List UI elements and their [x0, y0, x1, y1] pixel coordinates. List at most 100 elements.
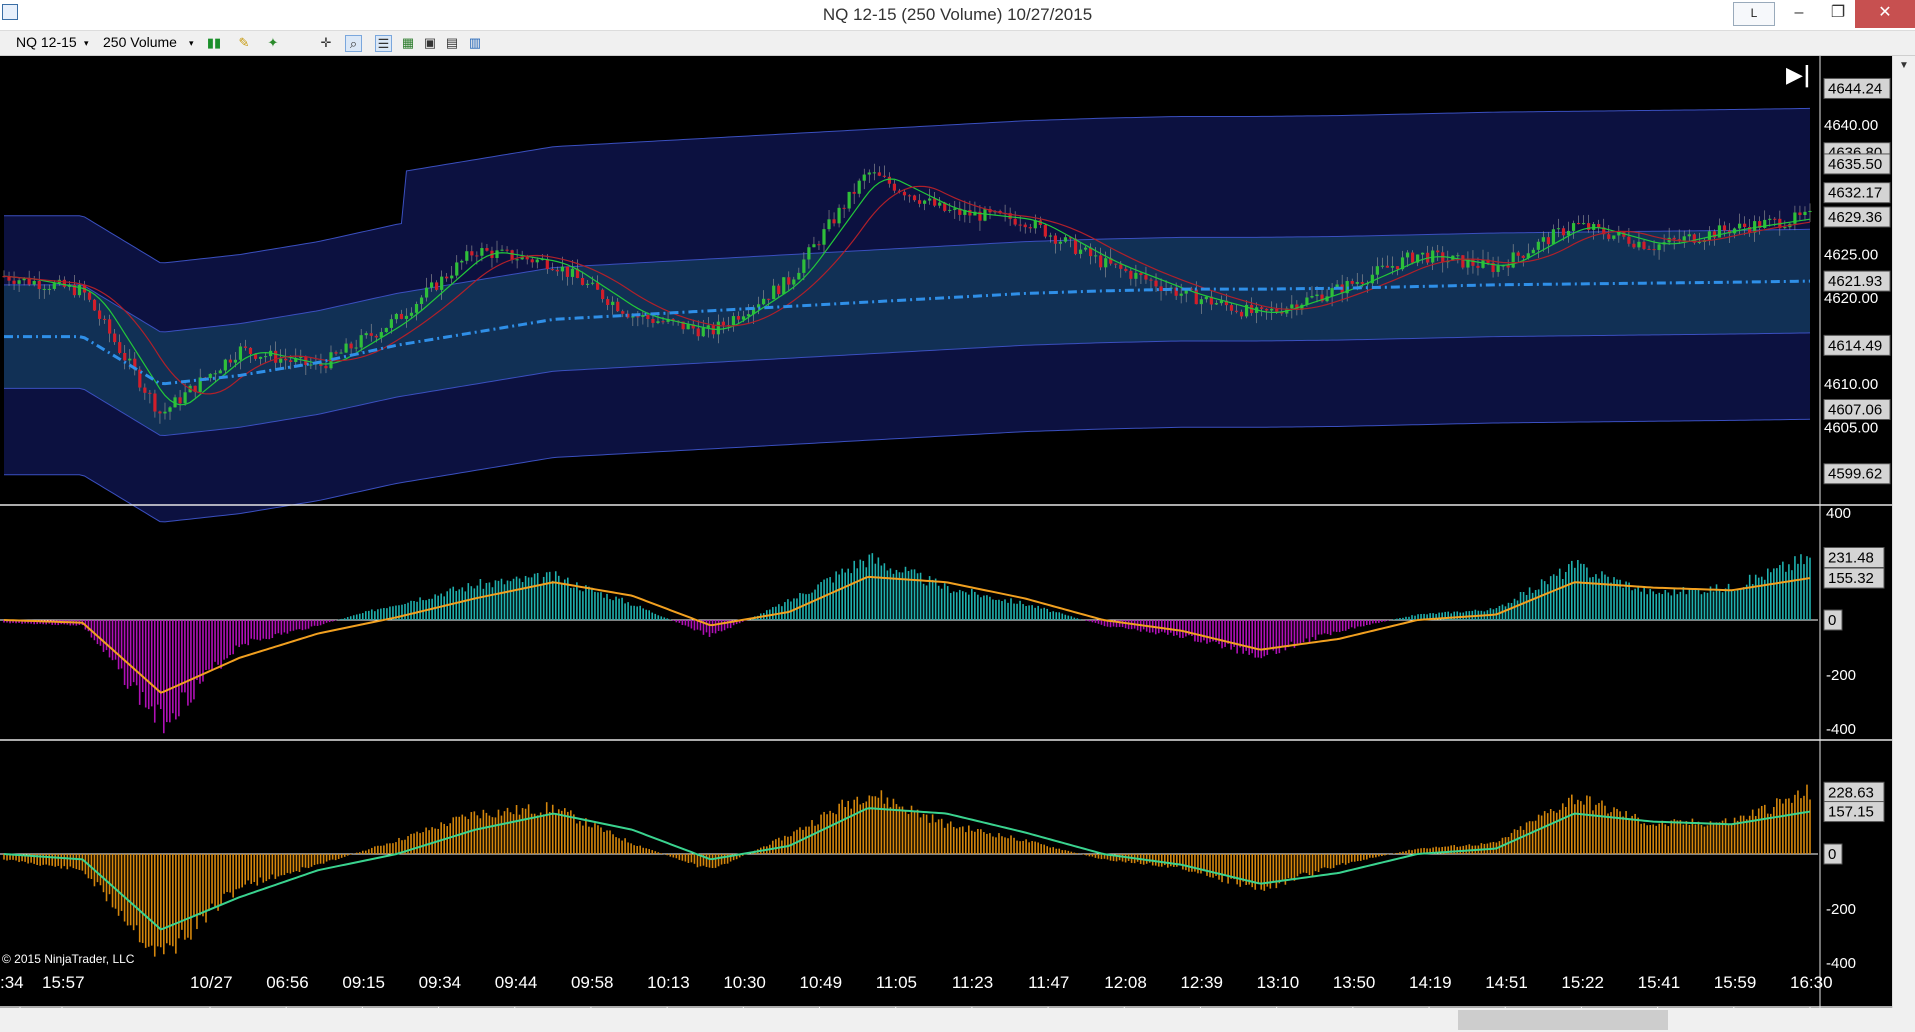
candle-body — [1395, 266, 1400, 270]
period-selector[interactable]: 250 Volume — [103, 34, 177, 50]
time-label: 13:10 — [1257, 973, 1300, 992]
candle-body — [1229, 305, 1234, 311]
chart-area[interactable]: 4640.00 4625.00 4620.00 4610.00 4605.00 4644.… — [0, 56, 1892, 1008]
candle-body — [1043, 224, 1047, 237]
candle-body — [1063, 237, 1068, 242]
maximize-button[interactable]: ❐ — [1816, 0, 1860, 28]
candle-body — [1290, 304, 1294, 309]
candle-body — [928, 198, 932, 201]
candle-body — [1737, 223, 1742, 229]
chart-toolbar: NQ 12-15 ▾ 250 Volume ▾ ▮▮ ✎ ✦ ✛ ⌕ ☰ ▦ ▣… — [0, 31, 1915, 56]
candle-body — [565, 266, 570, 277]
candle-body — [661, 321, 665, 323]
close-button[interactable]: ✕ — [1855, 0, 1915, 28]
candle-body — [792, 279, 796, 285]
candle-body — [646, 315, 650, 319]
candle-body — [1360, 282, 1364, 284]
candle-body — [590, 282, 595, 284]
candle-body — [1139, 272, 1143, 276]
candle-body — [1124, 268, 1128, 271]
time-label: 11:05 — [876, 973, 917, 992]
candle-body — [1582, 223, 1586, 225]
candle-body — [1803, 211, 1807, 216]
bar-type-icon[interactable]: ▮▮ — [206, 35, 222, 51]
drawing-tool-icon[interactable]: ✎ — [236, 35, 252, 51]
candle-body — [1275, 308, 1279, 312]
candle-body — [1597, 224, 1601, 228]
candle-body — [616, 301, 620, 312]
candle-body — [399, 313, 404, 319]
candle-body — [1743, 223, 1747, 228]
candle-body — [480, 248, 484, 256]
candle-body — [596, 282, 600, 290]
chart-trader-icon[interactable]: ▥ — [467, 35, 483, 51]
strategies-icon[interactable]: ▣ — [422, 35, 438, 51]
candle-body — [1119, 264, 1123, 269]
candle-body — [877, 172, 881, 176]
candle-body — [1144, 275, 1148, 280]
candle-body — [1576, 223, 1581, 225]
candle-body — [364, 333, 368, 336]
candle-body — [606, 299, 610, 305]
candle-body — [1239, 311, 1244, 317]
candle-body — [601, 289, 605, 300]
candle-body — [183, 392, 187, 404]
candle-body — [797, 272, 801, 280]
scroll-up-icon[interactable]: ▼ — [1896, 58, 1912, 74]
data-box-icon[interactable]: ▤ — [444, 35, 460, 51]
period-dropdown-icon[interactable]: ▾ — [189, 38, 194, 49]
candle-body — [1204, 296, 1208, 300]
candle-body — [349, 343, 353, 349]
candle-body — [857, 180, 861, 194]
candle-body — [912, 195, 917, 201]
candle-body — [892, 183, 897, 191]
candle-body — [1551, 229, 1556, 245]
link-button[interactable]: L — [1733, 2, 1775, 26]
candle-body — [47, 288, 51, 290]
candle-body — [339, 352, 343, 354]
candle-body — [706, 325, 710, 328]
crosshair-icon[interactable]: ✛ — [318, 35, 334, 51]
candle-body — [409, 312, 414, 316]
candle-body — [1436, 250, 1440, 253]
candle-body — [455, 262, 459, 276]
candle-body — [1697, 241, 1701, 243]
price-tag-value: 4635.50 — [1828, 156, 1882, 173]
candle-body — [32, 280, 36, 285]
candle-body — [545, 259, 549, 270]
properties-icon[interactable]: ☰ — [375, 35, 392, 52]
price-axis-label: 4640.00 — [1824, 117, 1878, 134]
candle-body — [228, 359, 232, 363]
marker-icon[interactable]: ✦ — [265, 35, 281, 51]
candle-body — [852, 191, 856, 194]
candle-body — [1375, 266, 1379, 275]
candle-body — [917, 200, 922, 204]
instrument-selector[interactable]: NQ 12-15 — [16, 34, 77, 50]
instrument-dropdown-icon[interactable]: ▾ — [84, 38, 89, 49]
candle-body — [686, 324, 690, 330]
candle-body — [1234, 310, 1239, 312]
indicators-icon[interactable]: ▦ — [400, 35, 416, 51]
time-label: 12:08 — [1104, 973, 1147, 992]
candle-body — [344, 343, 348, 353]
price-tag-value: 4621.93 — [1828, 273, 1882, 290]
candle-body — [535, 259, 539, 263]
time-label: 09:15 — [342, 973, 385, 992]
time-label: 14:51 — [1485, 973, 1528, 992]
scrollbar-thumb[interactable] — [1458, 1010, 1668, 1030]
candle-body — [465, 251, 469, 261]
candle-body — [902, 191, 907, 196]
minimize-button[interactable]: – — [1777, 0, 1821, 28]
candle-body — [274, 350, 278, 363]
candle-body — [1546, 237, 1551, 245]
candle-body — [1657, 244, 1661, 251]
candle-body — [1023, 224, 1027, 228]
candle-body — [1461, 255, 1465, 268]
candle-body — [1154, 280, 1158, 287]
candle-body — [701, 327, 705, 337]
go-to-end-icon[interactable]: ▶| — [1786, 63, 1811, 88]
candle-body — [1773, 218, 1777, 220]
candle-body — [223, 359, 227, 371]
vertical-scrollbar[interactable] — [1892, 56, 1915, 1008]
zoom-icon[interactable]: ⌕ — [345, 35, 362, 52]
